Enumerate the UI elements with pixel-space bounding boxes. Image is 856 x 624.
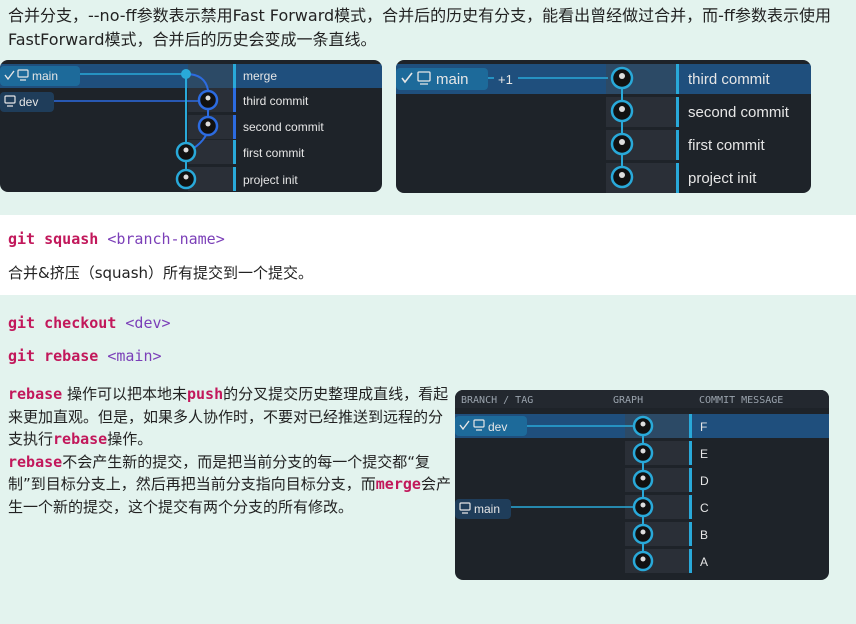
merge-intro-text: 合并分支，--no-ff参数表示禁用Fast Forward模式，合并后的历史有… — [8, 6, 831, 49]
commit-message: A — [700, 555, 708, 569]
rebase-graph-panel: BRANCH / TAG GRAPH COMMIT MESSAGE dev ma… — [455, 390, 829, 580]
branch-label-main: main — [32, 69, 58, 83]
column-header-branch: BRANCH / TAG — [461, 395, 533, 406]
rebase-command: git rebase <main> — [8, 347, 162, 365]
text-span: 不会产生新的提交，而是把当前分支的每一个提交都“复制”到目标分支上，然后再把当前… — [8, 452, 430, 494]
commit-message: B — [700, 528, 708, 542]
squash-section — [0, 215, 856, 295]
noff-graph-panel: main dev merge third commit second commi… — [0, 60, 382, 192]
branch-chip-dev[interactable]: dev — [0, 92, 54, 112]
commit-message: E — [700, 447, 708, 461]
commit-message: second commit — [688, 104, 790, 121]
keyword-rebase: rebase — [53, 430, 108, 448]
text-span: 操作可以把本地未 — [66, 385, 187, 403]
commit-message: second commit — [243, 120, 324, 134]
command-argument: <main> — [107, 347, 162, 365]
commit-message: merge — [243, 69, 277, 83]
avatar-icon[interactable] — [610, 165, 634, 189]
keyword-merge: merge — [375, 475, 421, 493]
rebase-explanation: rebase 操作可以把本地未push的分叉提交历史整理成直线，看起来更加直观。… — [8, 383, 453, 518]
keyword-push: push — [186, 385, 224, 403]
commit-message: first commit — [243, 146, 305, 160]
command-keyword: git checkout — [8, 314, 117, 332]
ff-graph-panel: main +1 third commit second commit first… — [396, 60, 811, 193]
commit-message: project init — [243, 173, 298, 187]
commit-message: first commit — [688, 137, 765, 154]
avatar-icon[interactable] — [610, 66, 634, 90]
commit-message: C — [700, 501, 709, 515]
commit-message: project init — [688, 170, 757, 187]
keyword-rebase: rebase — [8, 452, 63, 471]
column-header-graph: GRAPH — [613, 395, 643, 406]
branch-label-main: main — [436, 71, 469, 88]
commit-message: F — [700, 420, 707, 434]
merge-node[interactable] — [181, 69, 191, 79]
extra-branches-badge: +1 — [498, 72, 513, 87]
avatar-icon[interactable] — [197, 115, 219, 137]
avatar-icon[interactable] — [632, 415, 654, 437]
merge-section: 合并分支，--no-ff参数表示禁用Fast Forward模式，合并后的历史有… — [0, 0, 856, 215]
keyword-rebase: rebase — [8, 385, 63, 403]
command-argument: <branch-name> — [107, 230, 225, 248]
avatar-icon[interactable] — [632, 469, 654, 491]
branch-chip-main[interactable]: main — [0, 66, 80, 86]
avatar-icon[interactable] — [632, 550, 654, 572]
command-keyword: git squash — [8, 230, 99, 248]
column-header-message: COMMIT MESSAGE — [699, 395, 783, 406]
command-argument: <dev> — [125, 314, 171, 332]
branch-chip-dev[interactable]: dev — [455, 416, 527, 436]
avatar-icon[interactable] — [632, 496, 654, 518]
branch-chip-main[interactable]: main — [455, 499, 511, 519]
branch-label-main: main — [474, 502, 500, 516]
avatar-icon[interactable] — [632, 442, 654, 464]
avatar-icon[interactable] — [197, 89, 219, 111]
branch-label-dev: dev — [488, 420, 507, 434]
text-span: 操作。 — [107, 430, 153, 448]
avatar-icon[interactable] — [610, 99, 634, 123]
commit-message: third commit — [688, 71, 771, 88]
commit-message: third commit — [243, 94, 309, 108]
avatar-icon[interactable] — [632, 523, 654, 545]
squash-description: 合并&挤压（squash）所有提交到一个提交。 — [8, 264, 314, 282]
checkout-command: git checkout <dev> — [8, 314, 171, 332]
commit-message: D — [700, 474, 709, 488]
avatar-icon[interactable] — [610, 132, 634, 156]
avatar-icon[interactable] — [175, 168, 197, 190]
command-keyword: git rebase — [8, 347, 99, 365]
squash-command: git squash <branch-name> — [8, 230, 225, 248]
avatar-icon[interactable] — [175, 141, 197, 163]
branch-label-dev: dev — [19, 95, 38, 109]
